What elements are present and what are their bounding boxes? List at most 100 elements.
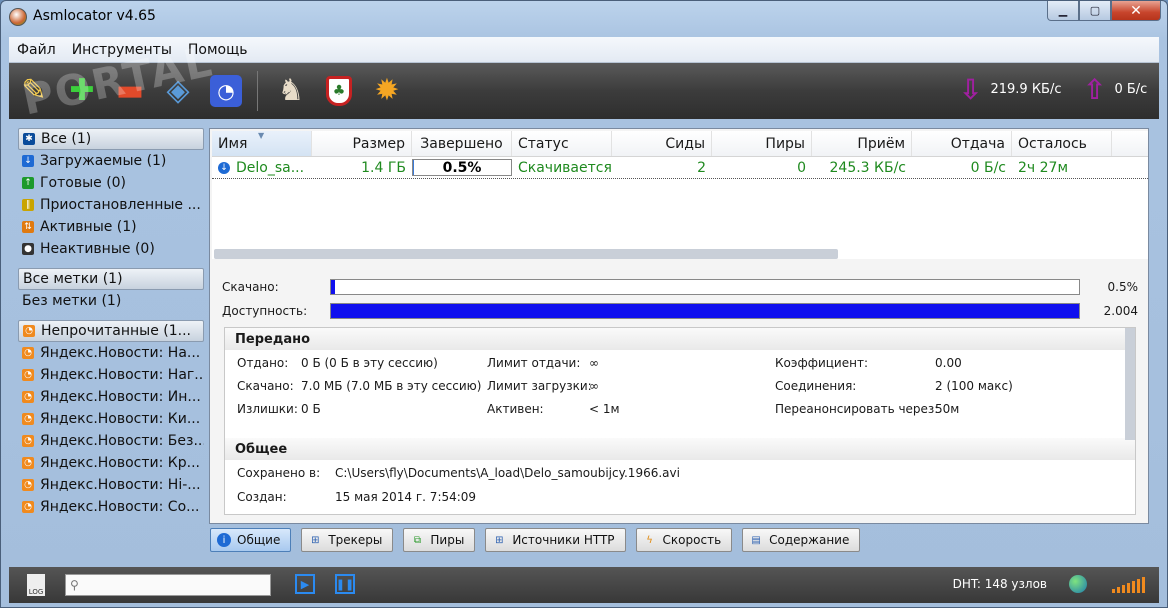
signal-strength-icon (1112, 577, 1145, 593)
menu-file[interactable]: Файл (9, 42, 64, 58)
filter-label: Активные (1) (40, 219, 137, 235)
tab-general[interactable]: i Общие (210, 528, 292, 552)
status-bar: LOG ⚲ ▶ ❚❚ DHT: 148 узлов (9, 567, 1159, 603)
filter-completed[interactable]: ↑ Готовые (0) (18, 172, 204, 194)
feed-item[interactable]: ◔ Яндекс.Новости: Hi-... (18, 474, 204, 496)
window-title: Asmlocator v4.65 (33, 8, 156, 24)
tab-content[interactable]: ▤ Содержание (742, 528, 861, 552)
filter-downloading[interactable]: ↓ Загружаемые (1) (18, 150, 204, 172)
feed-unread[interactable]: ◔ Непрочитанные (1... (18, 320, 204, 342)
filter-all[interactable]: ✱ Все (1) (18, 128, 204, 150)
column-up-speed[interactable]: Отдача (912, 131, 1012, 156)
peers-icon: ⧉ (413, 534, 421, 546)
play-icon: ▶ (300, 577, 310, 591)
saved-label: Сохранено в: (237, 466, 321, 480)
close-button[interactable]: ✕ (1111, 1, 1161, 21)
column-label: Сиды (665, 135, 705, 152)
filter-label: Загружаемые (1) (40, 153, 167, 169)
horizontal-scrollbar[interactable] (214, 249, 838, 259)
feed-label: Яндекс.Новости: Кр... (40, 455, 200, 471)
feed-label: Яндекс.Новости: На... (40, 345, 201, 361)
settings-button[interactable]: ✹ (364, 68, 410, 114)
availability-fill (331, 304, 1079, 318)
tab-trackers[interactable]: ⊞ Трекеры (301, 528, 394, 552)
vertical-scrollbar[interactable] (1125, 328, 1135, 440)
downloaded-row: Скачано: 0.5% (212, 275, 1148, 299)
column-done[interactable]: Завершено (412, 131, 512, 156)
label-all[interactable]: Все метки (1) (18, 268, 204, 290)
upload-limit-label: Лимит отдачи: (487, 356, 581, 370)
created-value: 15 мая 2014 г. 7:54:09 (335, 490, 477, 504)
column-label: Размер (352, 135, 405, 152)
feed-item[interactable]: ◔ Яндекс.Новости: Ин... (18, 386, 204, 408)
rss-icon: ◔ (22, 479, 34, 491)
upload-speed: ⇧ 0 Б/с (1083, 73, 1147, 106)
download-icon: ↓ (22, 155, 34, 167)
column-down-speed[interactable]: Приём (812, 131, 912, 156)
column-eta[interactable]: Осталось (1012, 131, 1112, 156)
feed-item[interactable]: ◔ Яндекс.Новости: Ки... (18, 408, 204, 430)
feed-item[interactable]: ◔ Яндекс.Новости: Без... (18, 430, 204, 452)
globe-icon[interactable] (1069, 575, 1087, 593)
tab-peers[interactable]: ⧉ Пиры (403, 528, 476, 552)
progress-text: 0.5% (442, 159, 482, 176)
transfer-downloaded-label: Скачано: (237, 379, 294, 393)
active-icon: ⇅ (22, 221, 34, 233)
filter-active[interactable]: ⇅ Активные (1) (18, 216, 204, 238)
feed-label: Яндекс.Новости: Ин... (40, 389, 201, 405)
column-name[interactable]: ▼ Имя (212, 131, 312, 156)
cell-up-speed: 0 Б/с (970, 159, 1006, 176)
detail-panel: Скачано: 0.5% Доступность: 2.004 Передан… (212, 267, 1148, 521)
feed-item[interactable]: ◔ Яндекс.Новости: Наг... (18, 364, 204, 386)
filter-inactive[interactable]: ● Неактивные (0) (18, 238, 204, 260)
title-bar[interactable]: Asmlocator v4.65 ▁ ▢ ✕ (1, 1, 1167, 33)
tab-label: Трекеры (328, 533, 383, 547)
network-icon: ⊞ (495, 534, 504, 546)
search-input[interactable]: ⚲ (65, 574, 271, 596)
filter-label: Неактивные (0) (40, 241, 155, 257)
download-arrow-icon: ⇩ (959, 73, 983, 106)
filter-label: Приостановленные ... (40, 197, 201, 213)
maximize-icon: ▢ (1089, 4, 1101, 17)
cell-size: 1.4 ГБ (361, 159, 406, 176)
availability-bar (330, 303, 1080, 319)
pause-all-button[interactable]: ❚❚ (335, 574, 355, 594)
start-all-button[interactable]: ▶ (295, 574, 315, 594)
torrent-row[interactable]: ↓ Delo_sa... 1.4 ГБ 0.5% Скачивается 2 0 … (212, 157, 1148, 179)
filter-paused[interactable]: ∥ Приостановленные ... (18, 194, 204, 216)
log-icon[interactable]: LOG (27, 574, 45, 596)
feed-label: Яндекс.Новости: Hi-... (40, 477, 201, 493)
feed-item[interactable]: ◔ Яндекс.Новости: На... (18, 342, 204, 364)
column-size[interactable]: Размер (312, 131, 412, 156)
toolbar-separator (257, 71, 258, 111)
general-grid: Сохранено в: C:\Users\fly\Documents\A_lo… (225, 460, 1135, 514)
dog-icon: ♞ (277, 73, 305, 108)
all-icon: ✱ (23, 133, 35, 145)
detail-tabs: i Общие ⊞ Трекеры ⧉ Пиры ⊞ Источники HTTP ϟС… (210, 528, 861, 552)
label-none[interactable]: Без метки (1) (18, 290, 204, 312)
minimize-button[interactable]: ▁ (1047, 1, 1079, 21)
download-limit-value: ∞ (589, 379, 599, 393)
feed-item[interactable]: ◔ Яндекс.Новости: Кр... (18, 452, 204, 474)
filter-label: Все (1) (41, 131, 92, 147)
torrent-name: Delo_sa... (236, 159, 305, 176)
maximize-button[interactable]: ▢ (1079, 1, 1111, 21)
scheduler-button[interactable]: ♞ (268, 68, 314, 114)
column-status[interactable]: Статус (512, 131, 612, 156)
column-label: Приём (857, 135, 905, 152)
ratio-value: 0.00 (935, 356, 962, 370)
tab-label: Пиры (430, 533, 465, 547)
column-peers[interactable]: Пиры (712, 131, 812, 156)
info-section: Передано Отдано: 0 Б (0 Б в эту сессию) … (224, 327, 1136, 515)
security-button[interactable]: ♣ (316, 68, 362, 114)
feed-item[interactable]: ◔ Яндекс.Новости: Со... (18, 496, 204, 518)
content-icon: ▤ (751, 534, 761, 546)
column-seeds[interactable]: Сиды (612, 131, 712, 156)
sidebar: ✱ Все (1) ↓ Загружаемые (1) ↑ Готовые (0) ∥… (18, 128, 204, 528)
downloaded-label: Скачано: (222, 280, 279, 294)
tab-speed[interactable]: ϟ Скорость (635, 528, 733, 552)
main-panel: ▼ Имя Размер Завершено Статус Сиды Пиры П… (209, 128, 1149, 524)
uploaded-value: 0 Б (0 Б в эту сессию) (301, 356, 438, 370)
ratio-label: Коэффициент: (775, 356, 868, 370)
tab-http-sources[interactable]: ⊞ Источники HTTP (485, 528, 626, 552)
